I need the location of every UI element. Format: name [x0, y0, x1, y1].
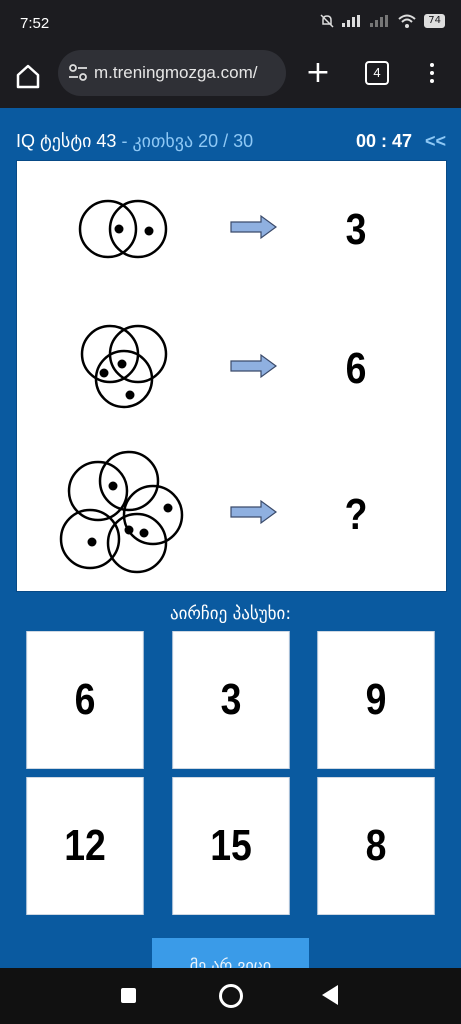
answer-option[interactable]: 12 — [26, 777, 144, 915]
status-bar: 7:52 74 — [0, 0, 461, 50]
new-tab-button[interactable]: + — [305, 58, 331, 88]
answer-prompt: აირჩიე პასუხი: — [169, 604, 292, 624]
test-title: IQ ტესტი 43 — [16, 131, 117, 151]
puzzle-image: 3 6 ? — [16, 160, 447, 592]
back-button[interactable]: << — [425, 131, 446, 152]
recents-icon[interactable] — [121, 988, 136, 1003]
row-result: ? — [345, 489, 368, 539]
status-icons: 74 — [320, 14, 445, 28]
arrow-icon — [230, 499, 278, 525]
arrow-icon — [230, 214, 278, 240]
row-result: 6 — [346, 343, 367, 393]
mute-icon — [320, 14, 334, 28]
system-nav-bar — [0, 968, 461, 1024]
answer-option[interactable]: 9 — [317, 631, 435, 769]
answer-option[interactable]: 6 — [26, 631, 144, 769]
battery-icon: 74 — [424, 14, 445, 28]
site-settings-icon[interactable] — [68, 64, 88, 82]
back-triangle-icon[interactable] — [322, 985, 338, 1005]
row-result: 3 — [346, 204, 367, 254]
address-bar[interactable]: m.treningmozga.com/ — [58, 50, 286, 96]
signal-icon — [342, 15, 361, 27]
answer-option[interactable]: 3 — [172, 631, 290, 769]
question-counter: კითხვა 20 / 30 — [132, 131, 254, 151]
countdown-timer: 00 : 47 — [355, 131, 412, 151]
wifi-icon — [398, 14, 416, 28]
signal-2-icon — [370, 15, 389, 27]
answer-option[interactable]: 15 — [172, 777, 290, 915]
home-circle-icon[interactable] — [219, 984, 243, 1008]
tab-switcher-button[interactable]: 4 — [365, 61, 389, 85]
home-icon[interactable] — [14, 62, 42, 90]
clock: 7:52 — [20, 15, 50, 32]
quiz-header: IQ ტესტი 43 - კითხვა 20 / 30 00 : 47 << — [16, 131, 446, 155]
url-text[interactable]: m.treningmozga.com/ — [94, 63, 280, 83]
answer-option[interactable]: 8 — [317, 777, 435, 915]
arrow-icon — [230, 353, 278, 379]
title-separator: - — [116, 131, 133, 151]
five-circle-figure — [59, 450, 184, 574]
browser-toolbar: m.treningmozga.com/ + 4 — [0, 50, 461, 108]
overflow-menu-icon[interactable] — [425, 60, 439, 88]
puzzle-drawing: 3 6 ? — [59, 199, 368, 574]
